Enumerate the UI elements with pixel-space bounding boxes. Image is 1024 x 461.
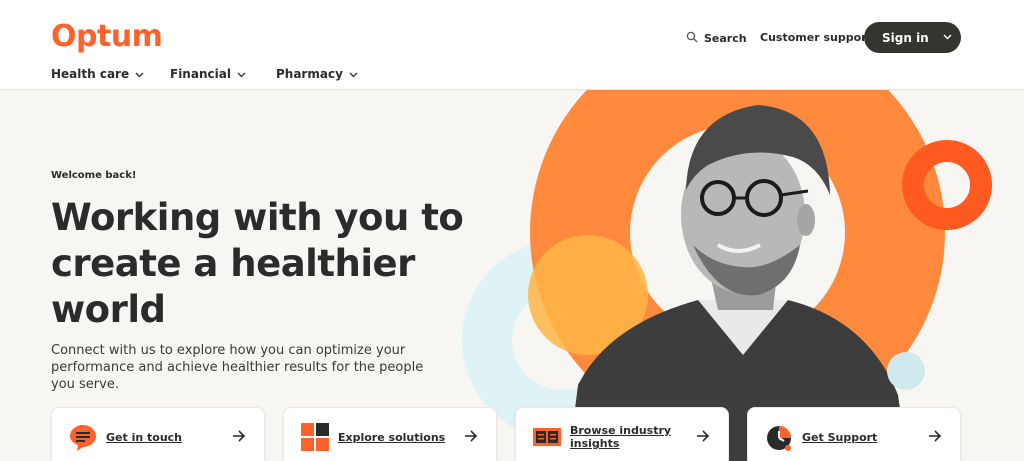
- nav-label: Pharmacy: [276, 67, 343, 81]
- browse-insights-card[interactable]: Browse industry insights: [515, 407, 729, 461]
- top-header: Optum Search Customer support Sign in He…: [0, 0, 1024, 90]
- chevron-down-icon: [943, 33, 952, 43]
- chat-bubble-icon: [68, 422, 98, 452]
- hero-headline: Working with you to create a healthier w…: [51, 196, 464, 331]
- nav-pharmacy[interactable]: Pharmacy: [276, 67, 358, 81]
- sign-in-label: Sign in: [882, 30, 929, 45]
- explore-solutions-card[interactable]: Explore solutions: [283, 407, 497, 461]
- nav-health-care[interactable]: Health care: [51, 67, 144, 81]
- support-clock-icon: [764, 422, 794, 452]
- get-in-touch-card[interactable]: Get in touch: [51, 407, 265, 461]
- grid-squares-icon: [300, 422, 330, 452]
- card-label: Explore solutions: [338, 430, 446, 444]
- card-label: Get Support: [802, 430, 878, 444]
- welcome-text: Welcome back!: [51, 170, 137, 181]
- hero-illustration: [440, 90, 1024, 461]
- search-icon: [686, 31, 698, 46]
- arrow-right-icon: [232, 428, 246, 446]
- optum-logo[interactable]: Optum: [51, 19, 163, 54]
- chevron-down-icon: [135, 67, 144, 81]
- small-orange-ring-shape: [902, 140, 992, 230]
- nav-label: Financial: [170, 67, 231, 81]
- arrow-right-icon: [464, 428, 478, 446]
- nav-financial[interactable]: Financial: [170, 67, 246, 81]
- chevron-down-icon: [237, 67, 246, 81]
- get-support-card[interactable]: Get Support: [747, 407, 961, 461]
- search-label: Search: [704, 32, 747, 45]
- nav-label: Health care: [51, 67, 130, 81]
- hero-subtext: Connect with us to explore how you can o…: [51, 343, 424, 392]
- teal-dot-shape: [887, 352, 925, 390]
- arrow-right-icon: [696, 428, 710, 446]
- customer-support-link[interactable]: Customer support: [760, 31, 872, 44]
- chevron-down-icon: [349, 67, 358, 81]
- card-label: Get in touch: [106, 430, 183, 444]
- card-label: Browse industry insights: [570, 424, 672, 450]
- newspaper-icon: [532, 422, 562, 452]
- sign-in-button[interactable]: Sign in: [864, 22, 961, 53]
- search-button[interactable]: Search: [686, 31, 747, 46]
- arrow-right-icon: [928, 428, 942, 446]
